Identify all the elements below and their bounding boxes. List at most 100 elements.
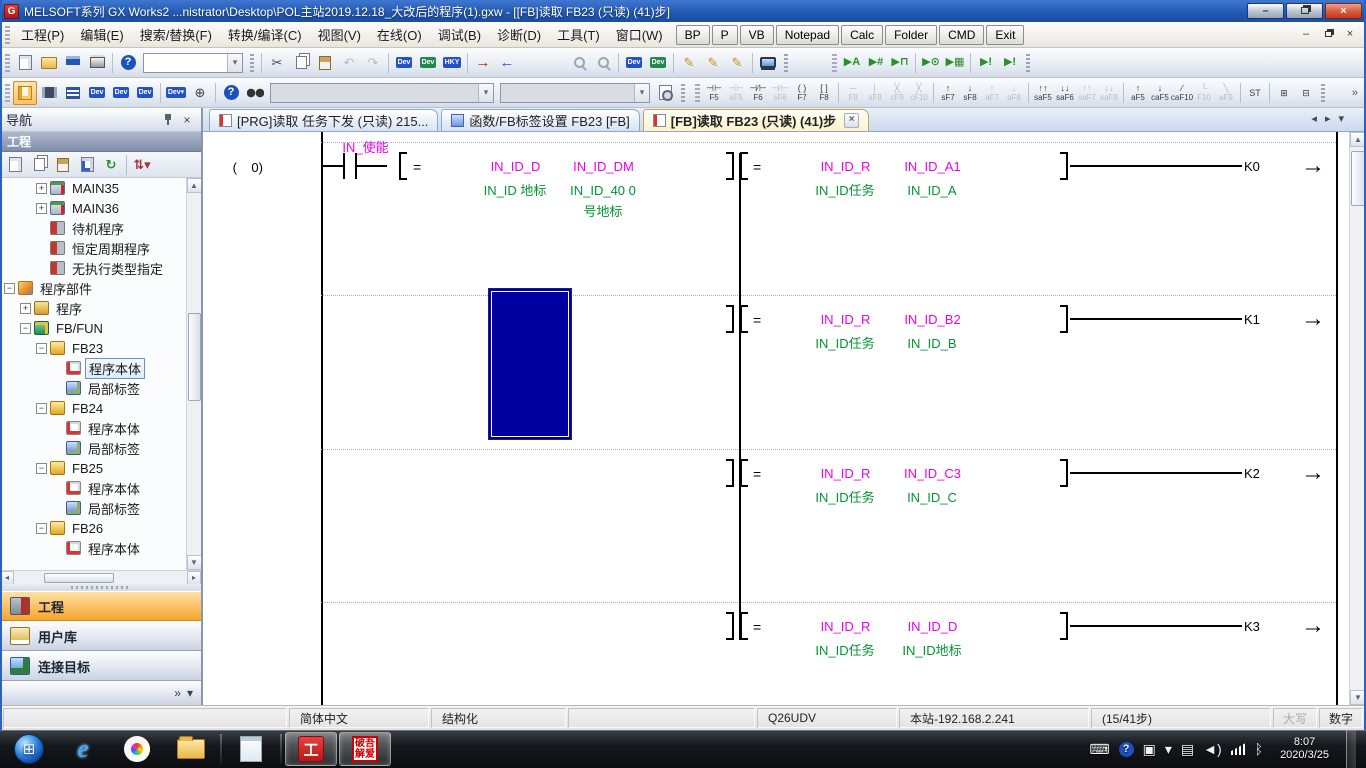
ladder-symbol-sF5-button[interactable]: ⊣⊢sF5	[725, 79, 747, 106]
note-display-icon[interactable]: Dev	[133, 81, 157, 105]
device-operand[interactable]: IN_ID_D	[473, 159, 558, 174]
child-minimize-button[interactable]: –	[1296, 26, 1316, 43]
paste-icon[interactable]	[313, 51, 337, 75]
device-monitor-icon[interactable]: Dev	[416, 51, 440, 75]
toolbar1-grab-handle[interactable]	[5, 54, 10, 72]
internet-explorer-icon[interactable]: e	[57, 732, 109, 766]
undo-icon[interactable]: ↶	[337, 51, 361, 75]
zoom-search-b-icon[interactable]	[591, 51, 615, 75]
tree-item[interactable]: −FB/FUN	[0, 318, 201, 338]
device-operand[interactable]: IN_ID_DM	[561, 159, 646, 174]
start-button[interactable]: ⊞	[3, 732, 55, 766]
ladder-symbol-F7-button[interactable]: ( )F7	[791, 79, 813, 106]
pin-icon[interactable]	[163, 113, 173, 126]
edit-cursor-cell[interactable]	[488, 288, 572, 440]
ladder-symbol-ST-button[interactable]: ST	[1244, 79, 1266, 106]
panel-splitter[interactable]	[0, 584, 201, 591]
toolbar-overflow-chevron[interactable]: »	[1352, 87, 1358, 99]
menu-item[interactable]: 转换/编译(C)	[220, 22, 310, 47]
menu-item[interactable]: 编辑(E)	[72, 22, 131, 47]
device-test-icon[interactable]: HKY	[440, 51, 464, 75]
ladder-symbol-F6-button[interactable]: ⊣∕⊢F6	[747, 79, 769, 106]
ladder-symbol-cF10-button[interactable]: ╳cF10	[908, 79, 930, 106]
constant-operand[interactable]: K2	[1244, 466, 1260, 481]
pojie-52-icon[interactable]: 破吾解爱	[339, 732, 391, 766]
toolbar-grip[interactable]	[1321, 84, 1325, 102]
navigation-window-icon[interactable]	[13, 81, 37, 105]
copy-data-icon[interactable]	[27, 153, 51, 177]
device-display-off-icon[interactable]: Dev	[646, 51, 670, 75]
ladder-symbol-aF9-button[interactable]: ╲aF9	[1215, 79, 1237, 106]
module-configuration-icon[interactable]	[37, 81, 61, 105]
tree-expander-icon[interactable]: −	[36, 403, 47, 414]
toolbar-grip[interactable]	[250, 54, 254, 72]
dropdown-arrow-icon[interactable]: ▾	[227, 54, 242, 72]
ladder-symbol-saF6-button[interactable]: ↓↓saF6	[1054, 79, 1076, 106]
refresh-icon[interactable]: ↻	[99, 153, 123, 177]
tree-expander-icon[interactable]: −	[36, 463, 47, 474]
ladder-editor-canvas[interactable]: ( 0) IN_使能 = IN_ID_D IN_ID 地标 IN_ID_DM I…	[203, 132, 1366, 705]
scroll-left-icon[interactable]: ◂	[0, 571, 14, 585]
zoom-search-a-icon[interactable]	[567, 51, 591, 75]
action-center-icon[interactable]: ▤	[1181, 742, 1194, 756]
new-data-icon[interactable]	[3, 153, 27, 177]
dropdown-arrow-icon[interactable]: ▾	[478, 84, 493, 102]
monitor-stop-icon[interactable]	[543, 51, 567, 75]
tab-list-icon[interactable]: ▾	[1338, 112, 1344, 125]
tree-expander-icon[interactable]: −	[36, 523, 47, 534]
ladder-symbol-saF5-button[interactable]: ↑↑saF5	[1032, 79, 1054, 106]
tab-scroll-right-icon[interactable]: ▸	[1325, 112, 1331, 125]
device-display-on-icon[interactable]: Dev	[622, 51, 646, 75]
quick-button-folder[interactable]: Folder	[885, 25, 937, 45]
open-file-icon[interactable]	[37, 51, 61, 75]
paste-data-icon[interactable]	[51, 153, 75, 177]
network-signal-icon[interactable]	[1231, 743, 1246, 755]
file-explorer-icon[interactable]	[165, 732, 217, 766]
tree-item[interactable]: +程序本体	[0, 538, 201, 558]
menu-item[interactable]: 诊断(D)	[489, 22, 549, 47]
tree-item[interactable]: −程序部件	[0, 278, 201, 298]
menu-item[interactable]: 工程(P)	[13, 22, 72, 47]
tree-item[interactable]: −FB25	[0, 458, 201, 478]
menu-item[interactable]: 调试(B)	[430, 22, 489, 47]
ladder-symbol-caF5-button[interactable]: ↓caF5	[1149, 79, 1171, 106]
save-icon[interactable]	[61, 51, 85, 75]
device-operand[interactable]: IN_ID_R	[803, 466, 888, 481]
tree-item[interactable]: +无执行类型指定	[0, 258, 201, 278]
note-edit-icon[interactable]: ✎	[725, 51, 749, 75]
tree-item[interactable]: −FB24	[0, 398, 201, 418]
window-selector-combo[interactable]: ▾	[143, 53, 243, 73]
tree-item[interactable]: −FB23	[0, 338, 201, 358]
ladder-symbol-saF8-button[interactable]: ↓↓saF8	[1098, 79, 1120, 106]
panel-overflow-chevron[interactable]: »	[174, 686, 181, 700]
toolbar-grip[interactable]	[681, 84, 685, 102]
monitor-start-icon[interactable]	[519, 51, 543, 75]
tree-item[interactable]: +MAIN36	[0, 198, 201, 218]
device-operand[interactable]: IN_ID_R	[803, 312, 888, 327]
menu-item[interactable]: 搜索/替换(F)	[132, 22, 220, 47]
tree-item[interactable]: +局部标签	[0, 498, 201, 518]
tree-horizontal-scrollbar[interactable]: ◂ ▸	[0, 570, 201, 584]
restore-button[interactable]	[1286, 3, 1323, 19]
find-range-combo[interactable]: ▾	[500, 83, 650, 103]
quick-button-notepad[interactable]: Notepad	[776, 25, 839, 45]
ladder-symbol-cF9-button[interactable]: ╳cF9	[886, 79, 908, 106]
document-tab-1[interactable]: 函数/FB标签设置 FB23 [FB]	[441, 109, 639, 131]
device-operand[interactable]: IN_ID_A1	[890, 159, 975, 174]
buffer-monitor-icon[interactable]: ▶⊓	[888, 51, 912, 75]
find-in-page-icon[interactable]	[653, 81, 677, 105]
write-to-plc-icon[interactable]: →	[471, 51, 495, 75]
tray-help-icon[interactable]: ?	[1119, 742, 1134, 757]
tree-item[interactable]: +MAIN35	[0, 178, 201, 198]
help2-icon[interactable]: ?	[219, 81, 243, 105]
ladder-symbol-sF9-button[interactable]: │sF9	[864, 79, 886, 106]
ladder-symbol-aF5-button[interactable]: ↑aF5	[1127, 79, 1149, 106]
read-from-plc-icon[interactable]: ←	[495, 51, 519, 75]
ladder-toolbar-grab-handle[interactable]	[695, 84, 700, 102]
tree-item[interactable]: +恒定周期程序	[0, 238, 201, 258]
child-restore-button[interactable]	[1318, 26, 1338, 43]
quick-button-cmd[interactable]: CMD	[939, 25, 984, 45]
tree-expander-icon[interactable]: −	[36, 343, 47, 354]
tree-hscrollbar-thumb[interactable]	[44, 573, 114, 583]
ladder-symbol-saF7-button[interactable]: ↑↑saF7	[1076, 79, 1098, 106]
